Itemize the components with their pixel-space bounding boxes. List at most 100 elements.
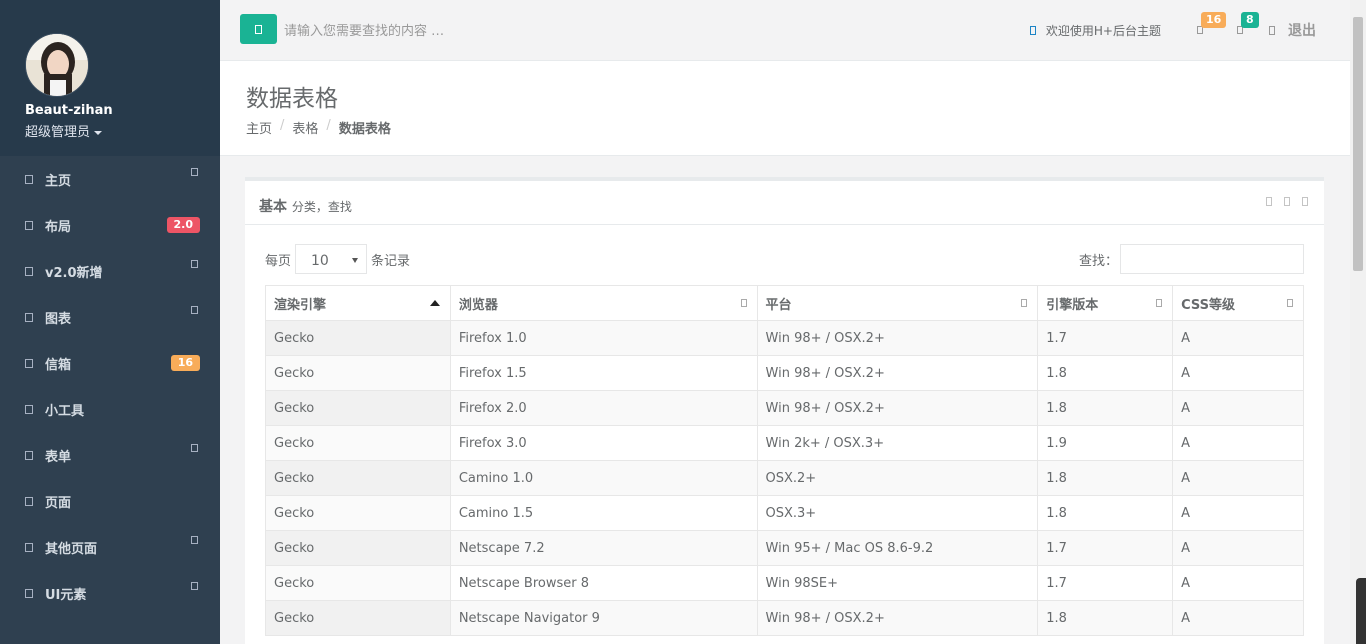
table-cell: Firefox 1.0 bbox=[449, 320, 758, 356]
sidebar-item-mailbox[interactable]: 信箱 16 bbox=[0, 340, 220, 386]
table-cell: Win 95+ / Mac OS 8.6-9.2 bbox=[756, 530, 1039, 566]
sort-icon bbox=[1287, 299, 1293, 307]
sidebar-item-v2-new[interactable]: v2.0新增 bbox=[0, 248, 220, 294]
sidebar-item-charts[interactable]: 图表 bbox=[0, 294, 220, 340]
profile-name: Beaut-zihan bbox=[25, 103, 113, 118]
page-scrollbar[interactable] bbox=[1350, 0, 1366, 644]
table-cell: A bbox=[1172, 320, 1304, 356]
data-table-panel: 基本 分类，查找 每页 10 条记录 查找： 渲染引擎 浏览器 平台 引擎版本 … bbox=[245, 177, 1324, 644]
sidebar-item-ui-elements[interactable]: UI元素 bbox=[0, 570, 220, 616]
chevron-icon bbox=[191, 582, 198, 590]
messages-dropdown[interactable]: 16 bbox=[1181, 0, 1227, 60]
sidebar-item-label: 表单 bbox=[45, 449, 72, 465]
edit-icon bbox=[25, 450, 33, 460]
table-cell: Firefox 3.0 bbox=[449, 425, 758, 461]
collapse-icon[interactable] bbox=[1266, 197, 1272, 206]
column-header-platform[interactable]: 平台 bbox=[756, 285, 1039, 321]
alerts-dropdown[interactable]: 8 bbox=[1221, 0, 1261, 60]
sort-icon bbox=[1156, 299, 1163, 307]
breadcrumb-tables[interactable]: 表格 bbox=[292, 118, 318, 137]
table-cell: Netscape Navigator 9 bbox=[449, 600, 758, 636]
scrollbar-thumb[interactable] bbox=[1353, 17, 1363, 271]
table-row[interactable]: Gecko Netscape Navigator 9 Win 98+ / OSX.2… bbox=[265, 600, 1304, 636]
flask-icon bbox=[25, 266, 33, 276]
table-cell: Camino 1.0 bbox=[449, 460, 758, 496]
sidebar-toggle-button[interactable] bbox=[240, 14, 277, 44]
sidebar-item-label: 页面 bbox=[45, 495, 72, 511]
data-table: 渲染引擎 浏览器 平台 引擎版本 CSS等级 Gecko Firefox 1.0 W… bbox=[265, 285, 1304, 636]
top-right-area: 欢迎使用H+后台主题 16 8 退出 bbox=[1029, 0, 1350, 60]
panel-title: 基本 分类，查找 bbox=[259, 196, 352, 216]
mailbox-count-badge: 16 bbox=[170, 355, 200, 371]
table-row[interactable]: Gecko Camino 1.0 OSX.2+ 1.8 A bbox=[265, 460, 1304, 496]
logout-button[interactable]: 退出 bbox=[1269, 20, 1316, 40]
info-icon bbox=[1029, 25, 1036, 35]
logout-label: 退出 bbox=[1288, 23, 1316, 39]
sidebar-item-widgets[interactable]: 小工具 bbox=[0, 386, 220, 432]
sidebar-nav: 主页 布局 2.0 v2.0新增 图表 信箱 16 小工具 表单 页面 其他页面 U… bbox=[0, 156, 220, 616]
search-label: 查找： bbox=[1078, 253, 1118, 269]
table-cell: A bbox=[1172, 495, 1304, 531]
table-cell: A bbox=[1172, 565, 1304, 601]
sidebar-item-home[interactable]: 主页 bbox=[0, 156, 220, 202]
table-cell: Win 98+ / OSX.2+ bbox=[756, 600, 1039, 636]
panel-subtitle: 分类，查找 bbox=[291, 200, 352, 214]
sort-ascending-icon bbox=[429, 300, 440, 306]
wrench-icon[interactable] bbox=[1284, 197, 1290, 206]
length-suffix: 条记录 bbox=[371, 253, 411, 269]
sidebar-item-label: UI元素 bbox=[45, 587, 87, 603]
table-cell: 1.9 bbox=[1037, 425, 1174, 461]
flask-icon bbox=[25, 588, 33, 598]
breadcrumb-separator: / bbox=[280, 118, 285, 133]
table-cell: OSX.2+ bbox=[756, 460, 1039, 496]
welcome-message: 欢迎使用H+后台主题 bbox=[1029, 22, 1161, 39]
table-row[interactable]: Gecko Netscape 7.2 Win 95+ / Mac OS 8.6-9.… bbox=[265, 530, 1304, 566]
table-row[interactable]: Gecko Camino 1.5 OSX.3+ 1.8 A bbox=[265, 495, 1304, 531]
bars-icon bbox=[255, 24, 262, 34]
table-cell: 1.8 bbox=[1037, 600, 1174, 636]
breadcrumb-home[interactable]: 主页 bbox=[246, 118, 272, 137]
column-header-label: CSS等级 bbox=[1181, 297, 1236, 313]
table-row[interactable]: Gecko Firefox 2.0 Win 98+ / OSX.2+ 1.8 A bbox=[265, 390, 1304, 426]
table-search-input[interactable] bbox=[1120, 244, 1304, 274]
column-header-browser[interactable]: 浏览器 bbox=[449, 285, 758, 321]
table-row[interactable]: Gecko Firefox 1.0 Win 98+ / OSX.2+ 1.7 A bbox=[265, 320, 1304, 356]
sidebar-item-label: v2.0新增 bbox=[45, 265, 103, 281]
sidebar-item-forms[interactable]: 表单 bbox=[0, 432, 220, 478]
table-cell: A bbox=[1172, 390, 1304, 426]
profile-role-dropdown[interactable]: 超级管理员 bbox=[25, 121, 103, 140]
length-prefix: 每页 bbox=[265, 253, 292, 269]
page-title: 数据表格 bbox=[246, 86, 338, 112]
chevron-icon bbox=[191, 536, 198, 544]
column-header-engine[interactable]: 渲染引擎 bbox=[265, 285, 451, 321]
caret-down-icon bbox=[94, 130, 103, 135]
page-heading: 数据表格 主页 / 表格 / 数据表格 bbox=[220, 61, 1350, 156]
column-header-css-grade[interactable]: CSS等级 bbox=[1172, 285, 1304, 321]
column-header-label: 平台 bbox=[765, 297, 792, 313]
table-row[interactable]: Gecko Firefox 3.0 Win 2k+ / OSX.3+ 1.9 A bbox=[265, 425, 1304, 461]
search-input[interactable] bbox=[284, 16, 584, 46]
pie-chart-icon bbox=[25, 404, 33, 414]
table-cell: Camino 1.5 bbox=[449, 495, 758, 531]
home-icon bbox=[25, 174, 33, 184]
sidebar-item-layout[interactable]: 布局 2.0 bbox=[0, 202, 220, 248]
chevron-icon bbox=[191, 444, 198, 452]
sidebar-item-other-pages[interactable]: 其他页面 bbox=[0, 524, 220, 570]
sort-icon bbox=[1021, 299, 1028, 307]
files-icon bbox=[25, 542, 33, 552]
breadcrumb-current: 数据表格 bbox=[338, 122, 391, 137]
table-row[interactable]: Gecko Firefox 1.5 Win 98+ / OSX.2+ 1.8 A bbox=[265, 355, 1304, 391]
page-length-select[interactable]: 10 bbox=[295, 244, 368, 274]
table-cell: 1.8 bbox=[1037, 460, 1174, 496]
close-icon[interactable] bbox=[1302, 197, 1308, 206]
sort-icon bbox=[740, 299, 747, 307]
table-cell: A bbox=[1172, 355, 1304, 391]
table-cell: A bbox=[1172, 600, 1304, 636]
avatar[interactable] bbox=[25, 33, 89, 97]
column-header-engine-version[interactable]: 引擎版本 bbox=[1037, 285, 1174, 321]
table-cell: Gecko bbox=[265, 355, 451, 391]
breadcrumb-separator: / bbox=[326, 118, 331, 133]
table-cell: Firefox 2.0 bbox=[449, 390, 758, 426]
table-row[interactable]: Gecko Netscape Browser 8 Win 98SE+ 1.7 A bbox=[265, 565, 1304, 601]
sidebar-item-pages[interactable]: 页面 bbox=[0, 478, 220, 524]
